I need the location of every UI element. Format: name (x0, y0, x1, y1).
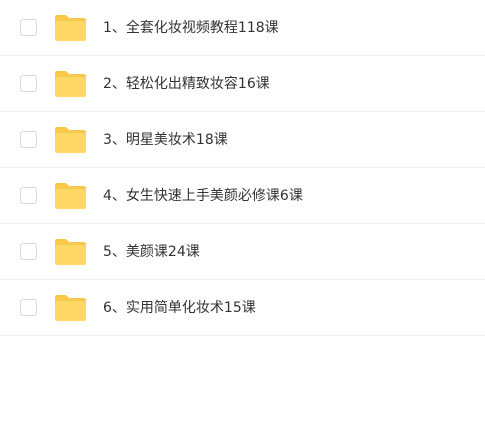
folder-icon (55, 239, 86, 265)
file-name[interactable]: 4、女生快速上手美颜必修课6课 (103, 168, 303, 224)
row-checkbox[interactable] (20, 131, 37, 148)
file-name[interactable]: 5、美颜课24课 (103, 224, 200, 280)
folder-icon (55, 15, 86, 41)
file-row[interactable]: 6、实用简单化妆术15课 (0, 280, 485, 336)
folder-icon (55, 183, 86, 209)
file-list: 1、全套化妆视频教程118课 2、轻松化出精致妆容16课 3、明星美妆术18课 … (0, 0, 485, 336)
folder-icon (55, 127, 86, 153)
file-name[interactable]: 1、全套化妆视频教程118课 (103, 0, 279, 56)
file-name[interactable]: 6、实用简单化妆术15课 (103, 280, 256, 336)
file-name[interactable]: 2、轻松化出精致妆容16课 (103, 56, 270, 112)
folder-icon (55, 71, 86, 97)
folder-icon (55, 295, 86, 321)
file-row[interactable]: 5、美颜课24课 (0, 224, 485, 280)
row-checkbox[interactable] (20, 187, 37, 204)
file-row[interactable]: 2、轻松化出精致妆容16课 (0, 56, 485, 112)
file-row[interactable]: 4、女生快速上手美颜必修课6课 (0, 168, 485, 224)
row-checkbox[interactable] (20, 75, 37, 92)
file-name[interactable]: 3、明星美妆术18课 (103, 112, 228, 168)
row-checkbox[interactable] (20, 299, 37, 316)
row-checkbox[interactable] (20, 243, 37, 260)
file-row[interactable]: 1、全套化妆视频教程118课 (0, 0, 485, 56)
row-checkbox[interactable] (20, 19, 37, 36)
file-row[interactable]: 3、明星美妆术18课 (0, 112, 485, 168)
